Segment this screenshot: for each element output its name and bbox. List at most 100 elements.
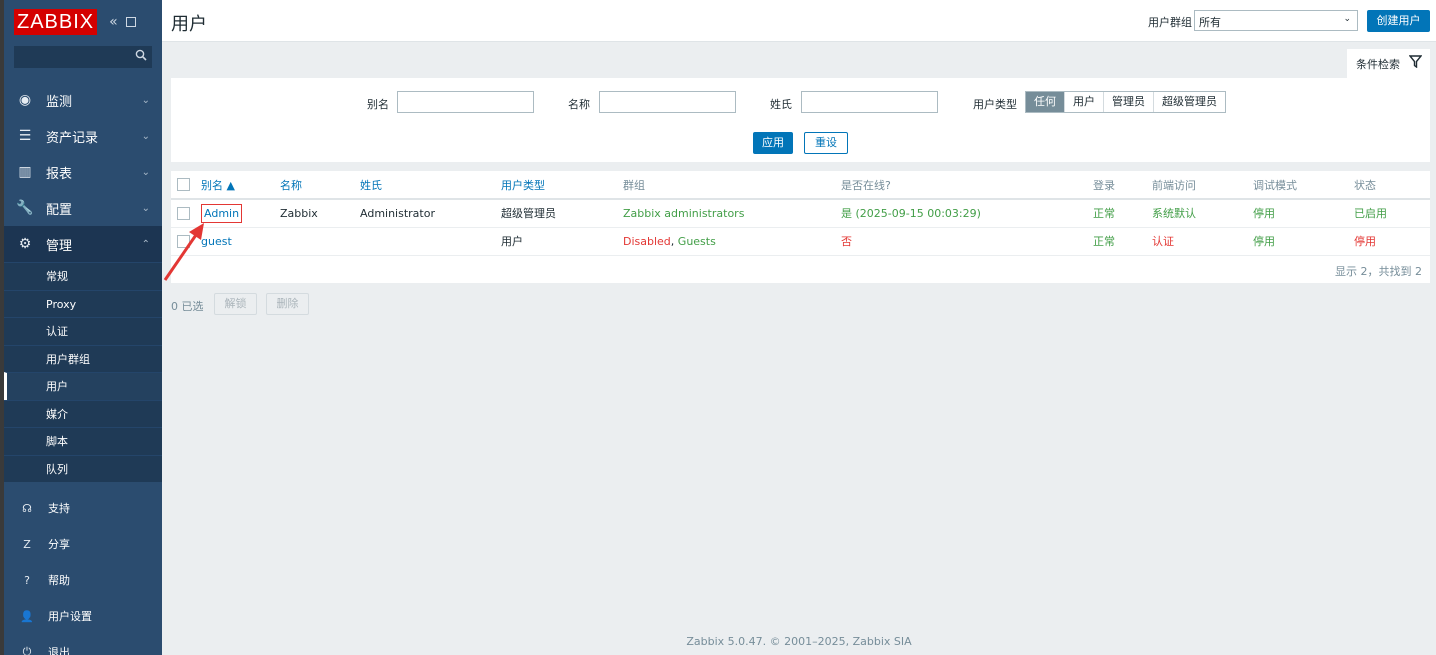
users-table-panel: 别名 ▲ 名称 姓氏 用户类型 群组 是否在线? 登录 前端访问 调试模式 状态… — [171, 171, 1430, 283]
surname-label: 姓氏 — [770, 98, 792, 111]
menu-label: 退出 — [48, 646, 70, 655]
submenu-scripts[interactable]: 脚本 — [4, 427, 162, 455]
group-link[interactable]: Disabled — [623, 235, 671, 248]
reset-button[interactable]: 重设 — [804, 132, 848, 154]
users-table: 别名 ▲ 名称 姓氏 用户类型 群组 是否在线? 登录 前端访问 调试模式 状态… — [171, 171, 1430, 256]
menu-label: 用户设置 — [48, 610, 92, 623]
share-icon: Z — [23, 537, 31, 551]
user-type-admin[interactable]: 管理员 — [1103, 92, 1153, 112]
status-cell[interactable]: 已启用 — [1354, 199, 1430, 228]
submenu-users[interactable]: 用户 — [4, 372, 162, 400]
filter-tab[interactable]: 条件检索 — [1347, 49, 1430, 78]
table-row: guest 用户 Disabled, Guests 否 正常 认证 停用 停用 — [171, 227, 1430, 256]
col-name[interactable]: 名称 — [280, 171, 360, 200]
page-title: 用户 — [171, 14, 207, 35]
menu-inventory[interactable]: ☰ 资产记录 ⌄ — [4, 118, 162, 154]
create-user-button[interactable]: 创建用户 — [1367, 10, 1430, 32]
submenu-user-groups[interactable]: 用户群组 — [4, 344, 162, 373]
kiosk-mode-icon[interactable] — [125, 17, 136, 27]
submenu-general[interactable]: 常规 — [4, 262, 162, 290]
filter-panel: 别名 名称 姓氏 用户类型 任何 用户 管理员 超级管理员 应用 重设 — [171, 78, 1430, 162]
user-type-label: 用户类型 — [973, 98, 1017, 111]
menu-label: 支持 — [48, 502, 70, 515]
zabbix-logo[interactable]: ZABBIX — [14, 9, 98, 35]
col-login: 登录 — [1093, 171, 1152, 200]
page-footer: Zabbix 5.0.47. © 2001–2025, Zabbix SIA — [686, 635, 912, 648]
unblock-button[interactable]: 解锁 — [214, 293, 257, 315]
user-group-select[interactable]: 所有 ⌄ — [1194, 10, 1358, 31]
menu-label: 资产记录 — [46, 130, 99, 146]
gear-icon: ⚙ — [18, 236, 32, 252]
submenu-proxy[interactable]: Proxy — [4, 289, 162, 318]
annotation-arrow-icon — [163, 223, 204, 281]
table-header-row: 别名 ▲ 名称 姓氏 用户类型 群组 是否在线? 登录 前端访问 调试模式 状态 — [171, 171, 1430, 200]
menu-label: 配置 — [46, 202, 73, 218]
user-group-value: 所有 — [1199, 16, 1221, 29]
search-icon[interactable] — [135, 49, 147, 61]
col-surname[interactable]: 姓氏 — [360, 171, 501, 200]
collapse-sidebar-icon[interactable]: « — [109, 14, 118, 30]
status-cell[interactable]: 停用 — [1354, 227, 1430, 256]
col-groups: 群组 — [623, 171, 841, 200]
select-all-checkbox[interactable] — [177, 178, 190, 192]
login-cell: 正常 — [1093, 227, 1152, 256]
submenu-media[interactable]: 媒介 — [4, 399, 162, 428]
submenu-authentication[interactable]: 认证 — [4, 317, 162, 345]
menu-reports[interactable]: ▥ 报表 ⌄ — [4, 154, 162, 190]
surname-input[interactable] — [801, 91, 938, 113]
menu-configuration[interactable]: 🔧 配置 ⌄ — [4, 190, 162, 226]
menu-label: 管理 — [46, 238, 73, 254]
alias-input[interactable] — [397, 91, 534, 113]
menu-administration[interactable]: ⚙ 管理 ⌃ — [4, 226, 162, 262]
admin-submenu: 常规 Proxy 认证 用户群组 用户 媒介 脚本 队列 — [4, 262, 162, 482]
col-frontend: 前端访问 — [1152, 171, 1253, 200]
alias-cell: guest — [201, 227, 280, 256]
col-user-type[interactable]: 用户类型 — [501, 171, 623, 200]
debug-mode-cell[interactable]: 停用 — [1253, 227, 1354, 256]
submenu-queue[interactable]: 队列 — [4, 454, 162, 483]
apply-button[interactable]: 应用 — [753, 132, 793, 154]
name-cell: Zabbix — [280, 199, 360, 228]
group-link[interactable]: Zabbix administrators — [623, 207, 744, 220]
chevron-down-icon: ⌄ — [141, 94, 150, 106]
menu-help[interactable]: ? 帮助 — [4, 562, 162, 598]
eye-icon: ◉ — [18, 92, 32, 108]
frontend-access-cell[interactable]: 系统默认 — [1152, 199, 1253, 228]
col-alias[interactable]: 别名 ▲ — [201, 171, 280, 200]
chevron-down-icon: ⌄ — [141, 166, 150, 178]
select-all-cell — [171, 171, 201, 200]
frontend-access-cell[interactable]: 认证 — [1152, 227, 1253, 256]
delete-button[interactable]: 删除 — [266, 293, 309, 315]
chevron-up-icon: ⌃ — [141, 238, 150, 250]
menu-support[interactable]: ☊ 支持 — [4, 490, 162, 526]
page-header: 用户 用户群组 所有 ⌄ 创建用户 — [162, 0, 1436, 42]
logo-row: ZABBIX « — [4, 0, 162, 44]
alias-cell: Admin — [201, 199, 280, 228]
menu-label: 帮助 — [48, 574, 70, 587]
menu-user-settings[interactable]: 👤 用户设置 — [4, 598, 162, 634]
col-status: 状态 — [1354, 171, 1430, 200]
menu-monitoring[interactable]: ◉ 监测 ⌄ — [4, 82, 162, 118]
chevron-down-icon: ⌄ — [141, 202, 150, 214]
list-icon: ☰ — [18, 128, 32, 144]
selected-count: 0 已选 — [171, 300, 204, 313]
user-type-any[interactable]: 任何 — [1026, 92, 1064, 112]
main-menu: ◉ 监测 ⌄ ☰ 资产记录 ⌄ ▥ 报表 ⌄ 🔧 配置 ⌄ ⚙ 管理 ⌃ 常规 Proxy 认证 用… — [4, 82, 162, 482]
group-link[interactable]: Guests — [678, 235, 716, 248]
power-icon: ⏻ — [22, 645, 32, 655]
user-type-cell: 用户 — [501, 227, 623, 256]
user-type-segmented: 任何 用户 管理员 超级管理员 — [1025, 91, 1226, 113]
user-type-cell: 超级管理员 — [501, 199, 623, 228]
user-type-super-admin[interactable]: 超级管理员 — [1153, 92, 1225, 112]
col-debug: 调试模式 — [1253, 171, 1354, 200]
name-input[interactable] — [599, 91, 736, 113]
headset-icon: ☊ — [22, 501, 32, 515]
debug-mode-cell[interactable]: 停用 — [1253, 199, 1354, 228]
login-cell: 正常 — [1093, 199, 1152, 228]
menu-logout[interactable]: ⏻ 退出 — [4, 634, 162, 655]
menu-share[interactable]: Z 分享 — [4, 526, 162, 562]
user-type-user[interactable]: 用户 — [1064, 92, 1103, 112]
sidebar-search-input[interactable] — [14, 46, 152, 68]
user-group-label: 用户群组 — [1148, 16, 1192, 29]
bottom-menu: ☊ 支持 Z 分享 ? 帮助 👤 用户设置 ⏻ 退出 — [4, 490, 162, 655]
